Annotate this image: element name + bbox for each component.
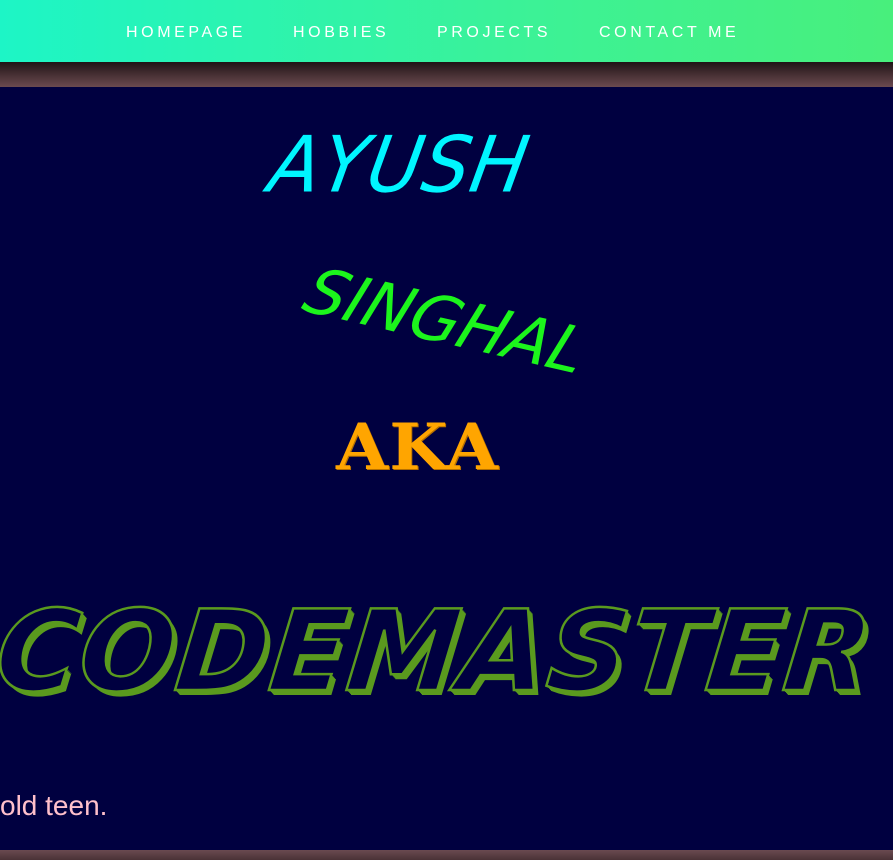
aka-heading: AKA — [336, 410, 500, 485]
section-divider-bottom — [0, 850, 893, 860]
top-navbar: HOMEPAGE HOBBIES PROJECTS CONTACT ME — [0, 0, 893, 62]
last-name-heading: SINGHAL — [293, 255, 598, 389]
first-name-heading: AYUSH — [262, 119, 537, 211]
nav-link-homepage[interactable]: HOMEPAGE — [126, 24, 246, 42]
section-divider-top — [0, 62, 893, 87]
nav-link-contact-me[interactable]: CONTACT ME — [599, 24, 739, 42]
nav-link-hobbies[interactable]: HOBBIES — [293, 24, 389, 42]
nav-link-projects[interactable]: PROJECTS — [437, 24, 551, 42]
intro-text: old teen. — [0, 790, 108, 821]
hero-section: AYUSH SINGHAL AKA CODEMASTER old teen. — [0, 87, 893, 850]
codename-heading: CODEMASTER — [0, 586, 880, 719]
